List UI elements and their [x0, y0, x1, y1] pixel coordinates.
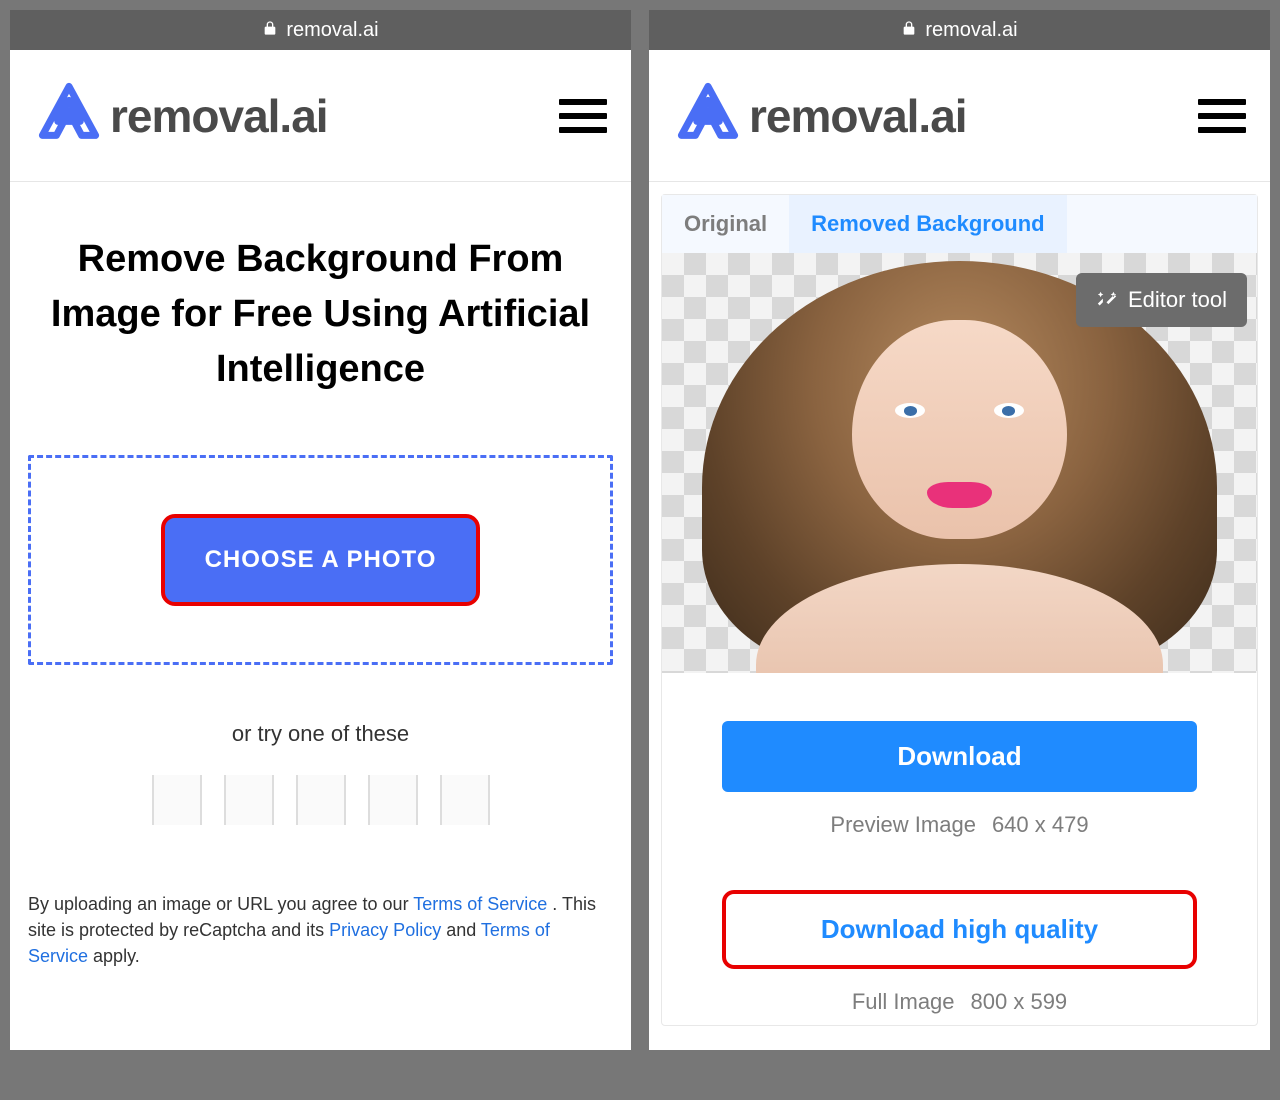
- address-bar: removal.ai: [10, 10, 631, 50]
- preview-dimensions: Preview Image640 x 479: [722, 812, 1197, 838]
- logo-icon: [34, 78, 104, 153]
- sample-thumb[interactable]: [440, 775, 490, 825]
- hamburger-icon[interactable]: [559, 99, 607, 133]
- tab-removed-bg[interactable]: Removed Background: [789, 195, 1067, 253]
- tos-link[interactable]: Terms of Service: [413, 894, 547, 914]
- hamburger-icon[interactable]: [1198, 99, 1246, 133]
- full-dimensions: Full Image800 x 599: [722, 989, 1197, 1015]
- editor-tool-button[interactable]: Editor tool: [1076, 273, 1247, 327]
- magic-wand-icon: [1096, 289, 1118, 311]
- logo-icon: [673, 78, 743, 153]
- choose-photo-button[interactable]: CHOOSE A PHOTO: [161, 514, 481, 606]
- brand-name: removal.ai: [749, 89, 967, 143]
- sample-thumb[interactable]: [152, 775, 202, 825]
- upload-dropzone[interactable]: CHOOSE A PHOTO: [28, 455, 613, 665]
- site-header: removal.ai: [10, 50, 631, 182]
- try-samples-label: or try one of these: [28, 721, 613, 747]
- privacy-link[interactable]: Privacy Policy: [329, 920, 441, 940]
- tab-original[interactable]: Original: [662, 195, 789, 253]
- sample-thumb[interactable]: [296, 775, 346, 825]
- result-tabs: Original Removed Background: [662, 195, 1257, 253]
- brand-logo[interactable]: removal.ai: [34, 78, 328, 153]
- site-header: removal.ai: [649, 50, 1270, 182]
- address-domain: removal.ai: [286, 19, 378, 42]
- sample-thumbnails: [28, 775, 613, 831]
- brand-logo[interactable]: removal.ai: [673, 78, 967, 153]
- phone-screen-upload: removal.ai removal.ai Remove Background …: [10, 10, 631, 1050]
- address-domain: removal.ai: [925, 19, 1017, 42]
- sample-thumb[interactable]: [224, 775, 274, 825]
- lock-icon: [901, 19, 917, 42]
- download-section: Download Preview Image640 x 479 Download…: [662, 673, 1257, 1025]
- brand-name: removal.ai: [110, 89, 328, 143]
- page-headline: Remove Background From Image for Free Us…: [28, 232, 613, 397]
- sample-thumb[interactable]: [368, 775, 418, 825]
- lock-icon: [262, 19, 278, 42]
- result-card: Original Removed Background Editor tool …: [661, 194, 1258, 1026]
- result-preview: Editor tool: [662, 253, 1257, 673]
- address-bar: removal.ai: [649, 10, 1270, 50]
- phone-screen-result: removal.ai removal.ai Original Removed B…: [649, 10, 1270, 1050]
- upload-view: Remove Background From Image for Free Us…: [10, 182, 631, 994]
- download-button[interactable]: Download: [722, 721, 1197, 792]
- download-hq-button[interactable]: Download high quality: [722, 890, 1197, 969]
- legal-text: By uploading an image or URL you agree t…: [28, 891, 613, 969]
